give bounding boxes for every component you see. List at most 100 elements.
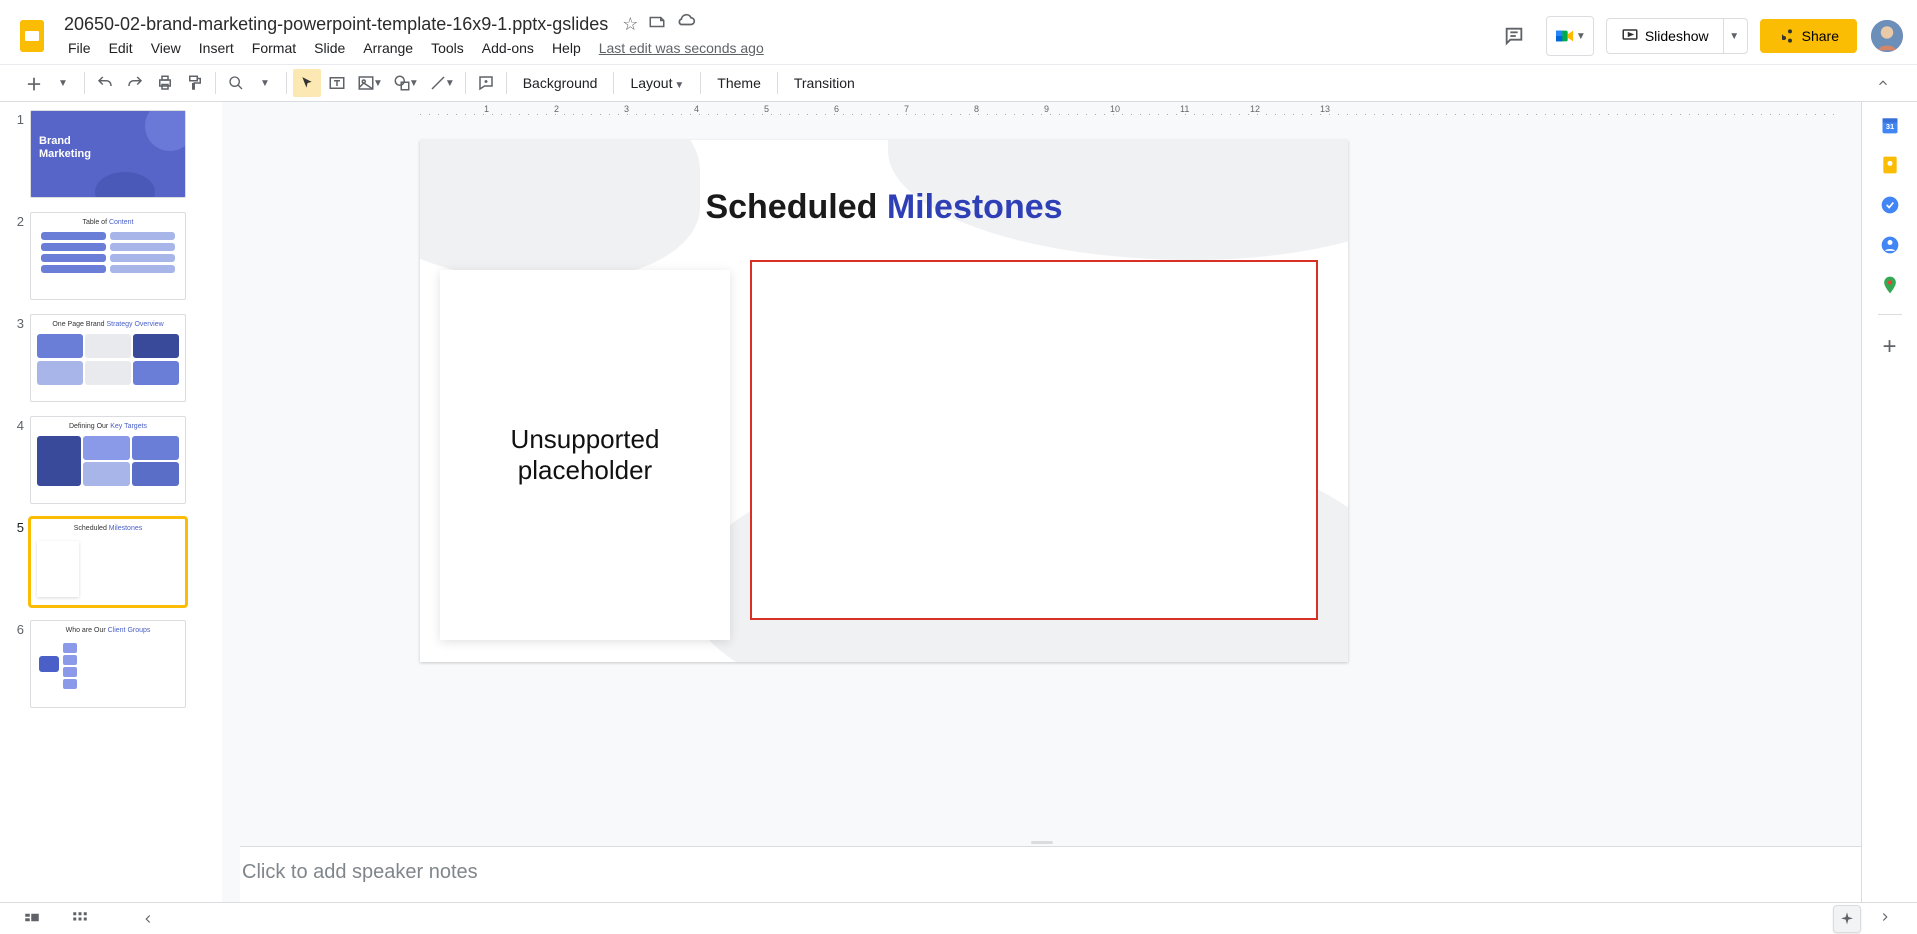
addons-plus-icon[interactable]: + [1882,333,1896,361]
menu-insert[interactable]: Insert [191,36,242,60]
thumb-row: 5 Scheduled Milestones [4,518,218,606]
comments-icon[interactable] [1494,16,1534,56]
thumb-row: 4 Defining Our Key Targets [4,416,218,504]
layout-button[interactable]: Layout ▼ [620,75,694,91]
filmstrip-view-icon[interactable] [20,907,44,931]
menu-bar: File Edit View Insert Format Slide Arran… [60,36,1494,60]
theme-button[interactable]: Theme [707,75,771,91]
speaker-notes[interactable]: Click to add speaker notes [222,846,1861,902]
collapse-toolbar-icon[interactable] [1869,69,1897,97]
thumb-preview: Table of Content [31,213,185,299]
slide-thumbnail-5[interactable]: Scheduled Milestones [30,518,186,606]
menu-tools[interactable]: Tools [423,36,472,60]
redo-button[interactable] [121,69,149,97]
document-title[interactable]: 20650-02-brand-marketing-powerpoint-temp… [60,12,612,37]
title-area: 20650-02-brand-marketing-powerpoint-temp… [60,12,1494,60]
thumb-number: 4 [4,416,24,504]
new-slide-button[interactable]: ＋ [20,69,48,97]
grid-view-icon[interactable] [68,907,92,931]
share-label: Share [1802,28,1839,44]
thumb-preview: BrandMarketing [31,111,185,197]
menu-arrange[interactable]: Arrange [355,36,421,60]
last-edit-link[interactable]: Last edit was seconds ago [591,36,772,60]
canvas-scroll[interactable]: Scheduled Milestones Unsupported placeho… [222,120,1861,838]
thumb-row: 2 Table of Content [4,212,218,300]
thumb-row: 3 One Page Brand Strategy Overview [4,314,218,402]
image-tool[interactable]: ▼ [353,69,387,97]
menu-format[interactable]: Format [244,36,304,60]
slide-thumbnail-2[interactable]: Table of Content [30,212,186,300]
menu-addons[interactable]: Add-ons [474,36,542,60]
move-icon[interactable] [648,13,666,36]
cloud-status-icon[interactable] [676,12,696,37]
keep-icon[interactable] [1879,154,1901,176]
menu-slide[interactable]: Slide [306,36,353,60]
toolbar: ＋ ▼ ▼ ▼ ▼ ▼ Background Layout ▼ Theme Tr… [0,64,1917,102]
line-tool[interactable]: ▼ [425,69,459,97]
slide-canvas[interactable]: Scheduled Milestones Unsupported placeho… [420,140,1348,662]
unsupported-placeholder[interactable]: Unsupported placeholder [440,270,730,640]
star-icon[interactable]: ☆ [622,14,638,35]
thumb-preview: Defining Our Key Targets [31,417,185,503]
thumb-preview: Scheduled Milestones [31,519,185,605]
menu-edit[interactable]: Edit [101,36,141,60]
filmstrip[interactable]: 1 BrandMarketing 2 Table of Content [0,102,222,902]
textbox-tool[interactable] [323,69,351,97]
menu-help[interactable]: Help [544,36,589,60]
explore-button[interactable] [1833,905,1861,933]
background-button[interactable]: Background [513,75,608,91]
thumb-number: 6 [4,620,24,708]
menu-view[interactable]: View [143,36,189,60]
side-separator [1878,314,1902,315]
notes-resize-handle[interactable] [222,838,1861,846]
user-avatar[interactable] [1869,18,1905,54]
thumb-number: 5 [4,518,24,606]
header-right: ▼ Slideshow ▼ Share [1494,16,1905,56]
calendar-icon[interactable]: 31 [1879,114,1901,136]
paint-format-button[interactable] [181,69,209,97]
side-panel: 31 + [1861,102,1917,902]
transition-button[interactable]: Transition [784,75,865,91]
maps-icon[interactable] [1879,274,1901,296]
notes-placeholder: Click to add speaker notes [242,861,1841,884]
share-button[interactable]: Share [1760,19,1857,53]
chevron-down-icon: ▼ [1576,31,1586,42]
new-slide-dropdown[interactable]: ▼ [50,69,78,97]
slide-title-plain: Scheduled [705,188,886,226]
print-button[interactable] [151,69,179,97]
annotation-highlight-box [750,260,1318,620]
slide-title[interactable]: Scheduled Milestones [420,188,1348,227]
contacts-icon[interactable] [1879,234,1901,256]
footer [0,902,1917,934]
thumb-preview: One Page Brand Strategy Overview [31,315,185,401]
svg-text:31: 31 [1885,122,1893,131]
placeholder-text: Unsupported placeholder [440,424,730,486]
tasks-icon[interactable] [1879,194,1901,216]
slideshow-label: Slideshow [1645,28,1709,44]
thumb-number: 2 [4,212,24,300]
expand-sidepanel-icon[interactable] [1873,905,1897,929]
zoom-dropdown[interactable]: ▼ [252,69,280,97]
slideshow-group: Slideshow ▼ [1606,18,1748,54]
select-tool[interactable] [293,69,321,97]
slide-thumbnail-4[interactable]: Defining Our Key Targets [30,416,186,504]
shape-tool[interactable]: ▼ [389,69,423,97]
slide-thumbnail-6[interactable]: Who are Our Client Groups [30,620,186,708]
thumb-row: 1 BrandMarketing [4,110,218,198]
horizontal-ruler[interactable]: 1 2 3 4 5 6 7 8 9 10 11 12 13 [240,102,1861,120]
menu-file[interactable]: File [60,36,99,60]
comment-tool[interactable] [472,69,500,97]
meet-button[interactable]: ▼ [1546,16,1594,56]
slideshow-button[interactable]: Slideshow [1607,19,1723,53]
slide-thumbnail-1[interactable]: BrandMarketing [30,110,186,198]
slideshow-dropdown[interactable]: ▼ [1723,19,1747,53]
slides-logo[interactable] [12,16,52,56]
slide-thumbnail-3[interactable]: One Page Brand Strategy Overview [30,314,186,402]
main-area: 1 BrandMarketing 2 Table of Content [0,102,1917,902]
collapse-filmstrip-icon[interactable] [136,907,160,931]
thumb-number: 1 [4,110,24,198]
thumb-number: 3 [4,314,24,402]
undo-button[interactable] [91,69,119,97]
zoom-button[interactable] [222,69,250,97]
slide-title-accent: Milestones [887,188,1063,226]
